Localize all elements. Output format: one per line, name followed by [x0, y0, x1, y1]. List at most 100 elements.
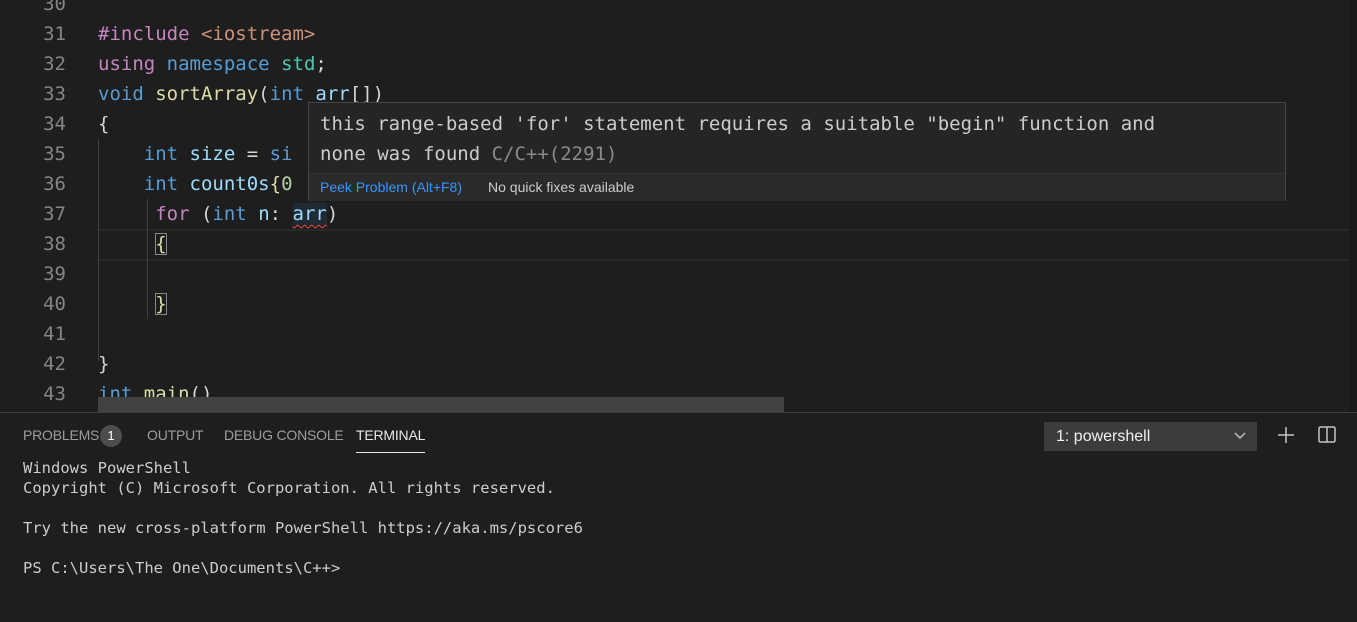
- line-number: 30: [43, 0, 66, 15]
- terminal-line: Copyright (C) Microsoft Corporation. All…: [23, 479, 555, 497]
- code-token: }: [155, 293, 167, 315]
- code-line[interactable]: 32 using namespace std;: [0, 49, 1350, 79]
- line-number: 34: [43, 113, 66, 135]
- bottom-panel: PROBLEMS 1 OUTPUT DEBUG CONSOLE TERMINAL…: [0, 412, 1357, 622]
- code-token: int: [212, 203, 247, 225]
- peek-problem-link[interactable]: Peek Problem (Alt+F8): [320, 174, 462, 201]
- line-number: 37: [43, 203, 66, 225]
- line-number: 42: [43, 353, 66, 375]
- split-terminal-icon[interactable]: [1315, 423, 1339, 447]
- code-token: int: [269, 83, 304, 105]
- code-token: n: [258, 203, 270, 225]
- hover-message-line2: none was found: [320, 143, 481, 165]
- problems-count-badge: 1: [100, 425, 122, 447]
- code-token: <iostream>: [200, 23, 316, 45]
- terminal-output[interactable]: Windows PowerShell Copyright (C) Microsof…: [23, 458, 583, 578]
- code-line[interactable]: 39: [0, 259, 1350, 289]
- code-token: void: [98, 83, 144, 105]
- line-number: 35: [43, 143, 66, 165]
- line-code: using namespace std;: [98, 49, 327, 79]
- code-token: si: [269, 143, 293, 165]
- code-token: ): [326, 203, 339, 225]
- code-token: {: [98, 113, 110, 135]
- line-number: 36: [43, 173, 66, 195]
- line-number: 39: [43, 263, 66, 285]
- line-code: #include <iostream>: [98, 19, 315, 49]
- tab-terminal[interactable]: TERMINAL: [356, 426, 425, 453]
- code-token: (: [258, 83, 270, 105]
- line-number: 43: [43, 383, 66, 405]
- line-code: }: [98, 289, 167, 319]
- vertical-scrollbar[interactable]: [1350, 0, 1357, 412]
- code-editor[interactable]: 30 31 #include <iostream> 32 using namespace…: [0, 0, 1357, 412]
- code-token: {: [155, 233, 167, 255]
- code-token: 0: [281, 173, 293, 195]
- new-terminal-icon[interactable]: [1274, 423, 1298, 447]
- code-token: int: [143, 173, 179, 195]
- code-line[interactable]: 42}: [0, 349, 1350, 379]
- terminal-line: Try the new cross-platform PowerShell ht…: [23, 519, 583, 537]
- terminal-select-value: 1: powershell: [1056, 428, 1151, 445]
- code-token: ;: [315, 53, 327, 75]
- code-token: (: [189, 203, 213, 225]
- code-token: =: [235, 143, 270, 165]
- code-line[interactable]: 31 #include <iostream>: [0, 19, 1350, 49]
- line-code: for (int n: arr): [98, 199, 338, 229]
- problem-hover-widget: this range-based 'for' statement require…: [308, 102, 1286, 201]
- terminal-select[interactable]: 1: powershell: [1044, 422, 1257, 451]
- code-token: std: [281, 53, 316, 75]
- error-code: C/C++(2291): [491, 143, 618, 165]
- hover-actions-bar: Peek Problem (Alt+F8) No quick fixes ava…: [309, 173, 1285, 201]
- code-line[interactable]: 37 for (int n: arr): [0, 199, 1350, 229]
- tab-problems[interactable]: PROBLEMS: [23, 426, 99, 452]
- code-token: #include: [98, 23, 190, 45]
- code-token: int: [143, 143, 179, 165]
- hover-message-line1: this range-based 'for' statement require…: [320, 113, 1156, 135]
- no-quick-fixes-label: No quick fixes available: [488, 179, 635, 195]
- code-line[interactable]: 30: [0, 0, 1350, 19]
- terminal-line: Windows PowerShell: [23, 459, 191, 477]
- code-line[interactable]: 38 {: [0, 229, 1350, 259]
- line-code: {: [98, 229, 167, 259]
- code-token: for: [155, 203, 190, 225]
- tab-output[interactable]: OUTPUT: [147, 426, 204, 452]
- code-token: size: [189, 143, 236, 165]
- line-number: 31: [43, 23, 66, 45]
- line-code: {: [98, 109, 109, 139]
- terminal-line: PS C:\Users\The One\Documents\C++>: [23, 559, 341, 577]
- code-token: {: [269, 173, 282, 195]
- line-code: int count0s{0: [98, 169, 293, 199]
- code-token: count0s: [189, 173, 270, 195]
- line-number: 40: [43, 293, 66, 315]
- line-number: 32: [43, 53, 66, 75]
- code-line[interactable]: 41: [0, 319, 1350, 349]
- line-code: int size = si: [98, 139, 293, 169]
- code-token: namespace: [166, 53, 270, 75]
- code-token: :: [269, 203, 293, 225]
- code-line[interactable]: 40 }: [0, 289, 1350, 319]
- line-code: }: [98, 349, 109, 379]
- chevron-down-icon: [1233, 422, 1247, 461]
- code-token: arr: [292, 203, 327, 225]
- horizontal-scrollbar[interactable]: [98, 397, 784, 412]
- code-token: sortArray: [155, 83, 259, 105]
- line-number: 41: [43, 323, 66, 345]
- line-number: 33: [43, 83, 66, 105]
- code-token: }: [98, 353, 110, 375]
- tab-debug-console[interactable]: DEBUG CONSOLE: [224, 426, 344, 452]
- hover-message: this range-based 'for' statement require…: [320, 109, 1155, 169]
